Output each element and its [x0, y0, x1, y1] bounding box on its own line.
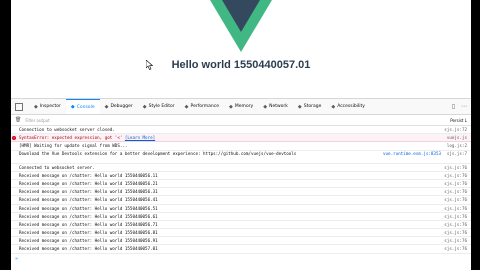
- log-message: Received message on /chatter: Hello worl…: [19, 197, 158, 203]
- source-location-link[interactable]: vuejs.js: [447, 134, 467, 141]
- log-message: Connected to websocket server.: [19, 164, 95, 170]
- tab-storage[interactable]: ◆ Storage: [293, 99, 326, 114]
- console-log-row: Received message on /chatter: Hello worl…: [11, 229, 471, 238]
- log-message: Received message on /chatter: Hello worl…: [19, 189, 158, 195]
- source-location-link[interactable]: sjs.js:76: [444, 188, 467, 195]
- error-icon: !: [12, 135, 16, 140]
- console-log-row: Received message on /chatter: Hello worl…: [11, 245, 471, 254]
- inspector-icon: ◆: [34, 103, 38, 110]
- log-message: SyntaxError: expected expression, got '<…: [19, 135, 125, 141]
- tab-memory[interactable]: ◆ Memory: [224, 99, 258, 114]
- source-location-link[interactable]: sjs.js:76: [444, 205, 467, 212]
- console-log-row: Received message on /chatter: Hello worl…: [11, 196, 471, 205]
- source-location-link[interactable]: sjs.js:7: [447, 151, 467, 157]
- log-message: Received message on /chatter: Hello worl…: [19, 213, 158, 219]
- network-icon: ◆: [263, 103, 268, 110]
- memory-icon: ◆: [229, 103, 233, 110]
- tab-label: Storage: [303, 104, 322, 109]
- log-message: Received message on /chatter: Hello worl…: [19, 230, 158, 236]
- tab-label: Network: [269, 104, 288, 109]
- log-message: Received message on /chatter: Hello worl…: [19, 180, 158, 186]
- console-log-row: Connection to websocket server closed. sj…: [11, 126, 471, 135]
- source-location-link[interactable]: sjs.js:76: [444, 164, 467, 171]
- more-options-icon[interactable]: ⋯: [461, 103, 467, 110]
- tab-label: Accessibility: [337, 104, 365, 109]
- console-log-row: Connected to websocket server. sjs.js:76: [11, 164, 471, 172]
- devtools-tabbar: ◆ Inspector ◆ Console ◆ Debugger ◆ Style Editor…: [11, 99, 471, 115]
- source-location-link[interactable]: vue.runtime.esm.js:8353: [383, 151, 441, 157]
- tab-performance[interactable]: ◆ Performance: [180, 99, 224, 114]
- console-icon: ◆: [70, 104, 75, 110]
- log-message: Received message on /chatter: Hello worl…: [19, 205, 158, 211]
- page-viewport: Hello world 1550440057.01: [11, 0, 471, 98]
- tab-label: Style Editor: [148, 104, 175, 109]
- console-log-row: Received message on /chatter: Hello worl…: [11, 221, 471, 230]
- console-filterbar: 🗑 Filter output Persist L: [11, 115, 471, 126]
- tab-console[interactable]: ◆ Console: [65, 99, 100, 114]
- page-heading: Hello world 1550440057.01: [171, 59, 311, 71]
- browser-window: Hello world 1550440057.01 ◆ Inspector ◆ Con…: [11, 0, 471, 270]
- tab-network[interactable]: ◆ Network: [258, 99, 293, 114]
- filter-input[interactable]: Filter output: [25, 118, 450, 123]
- console-output: Connection to websocket server closed. sj…: [11, 126, 471, 254]
- source-location-link[interactable]: sjs.js:72: [444, 126, 467, 133]
- split-console-icon[interactable]: ▯: [452, 103, 455, 110]
- persist-logs-checkbox[interactable]: Persist L: [450, 118, 467, 123]
- console-log-row: Received message on /chatter: Hello worl…: [11, 213, 471, 221]
- console-log-row: Received message on /chatter: Hello worl…: [11, 237, 471, 246]
- log-message: Received message on /chatter: Hello worl…: [19, 246, 158, 252]
- tab-label: Debugger: [110, 104, 133, 109]
- performance-icon: ◆: [184, 103, 189, 110]
- log-message: Received message on /chatter: Hello worl…: [19, 172, 158, 178]
- pick-element-icon[interactable]: [15, 102, 23, 111]
- vue-logo: [210, 0, 272, 52]
- tab-label: Performance: [190, 104, 220, 109]
- log-message: Received message on /chatter: Hello worl…: [19, 221, 158, 227]
- source-location-link[interactable]: sjs.js:76: [444, 221, 467, 228]
- tab-inspector[interactable]: ◆ Inspector: [29, 99, 66, 114]
- devtools-panel: ◆ Inspector ◆ Console ◆ Debugger ◆ Style Editor…: [11, 98, 471, 270]
- tab-label: Memory: [234, 104, 254, 109]
- storage-icon: ◆: [297, 103, 302, 110]
- learn-more-link[interactable]: [Learn More]: [125, 135, 155, 140]
- source-location-link[interactable]: sjs.js:76: [444, 245, 467, 252]
- console-input[interactable]: »: [11, 254, 471, 264]
- debugger-icon: ◆: [104, 103, 109, 110]
- tab-debugger[interactable]: ◆ Debugger: [100, 99, 138, 114]
- tab-accessibility[interactable]: ◆ Accessibility: [326, 99, 370, 114]
- source-location-link[interactable]: sjs.js:76: [444, 213, 467, 220]
- log-message: [HMR] Waiting for update signal from WDS…: [19, 143, 128, 149]
- log-message: Connection to websocket server closed.: [19, 127, 115, 132]
- source-location-link[interactable]: sjs.js:76: [444, 172, 467, 179]
- source-location-link[interactable]: sjs.js:76: [444, 229, 467, 236]
- tab-label: Inspector: [39, 104, 61, 109]
- tab-style-editor[interactable]: ◆ Style Editor: [138, 99, 180, 114]
- log-message: Received message on /chatter: Hello worl…: [19, 238, 158, 244]
- source-location-link[interactable]: sjs.js:76: [444, 237, 467, 244]
- accessibility-icon: ◆: [331, 103, 336, 110]
- console-log-row: Received message on /chatter: Hello worl…: [11, 205, 471, 213]
- source-location-link[interactable]: sjs.js:76: [444, 180, 467, 187]
- console-log-row: [HMR] Waiting for update signal from WDS…: [11, 142, 471, 151]
- console-log-row: Received message on /chatter: Hello worl…: [11, 188, 471, 197]
- console-error-row: ! SyntaxError: expected expression, got '…: [11, 134, 471, 143]
- console-log-row: Received message on /chatter: Hello worl…: [11, 180, 471, 189]
- source-location-link[interactable]: log.js:2: [447, 142, 467, 149]
- log-message: Download the Vue Devtools extension for …: [19, 150, 297, 156]
- console-log-row: Download the Vue Devtools extension for …: [11, 151, 471, 164]
- tab-label: Console: [76, 104, 95, 110]
- clear-console-icon[interactable]: 🗑: [15, 117, 21, 123]
- console-log-row: Received message on /chatter: Hello worl…: [11, 172, 471, 180]
- source-location-link[interactable]: sjs.js:76: [444, 196, 467, 203]
- style-editor-icon: ◆: [142, 103, 147, 110]
